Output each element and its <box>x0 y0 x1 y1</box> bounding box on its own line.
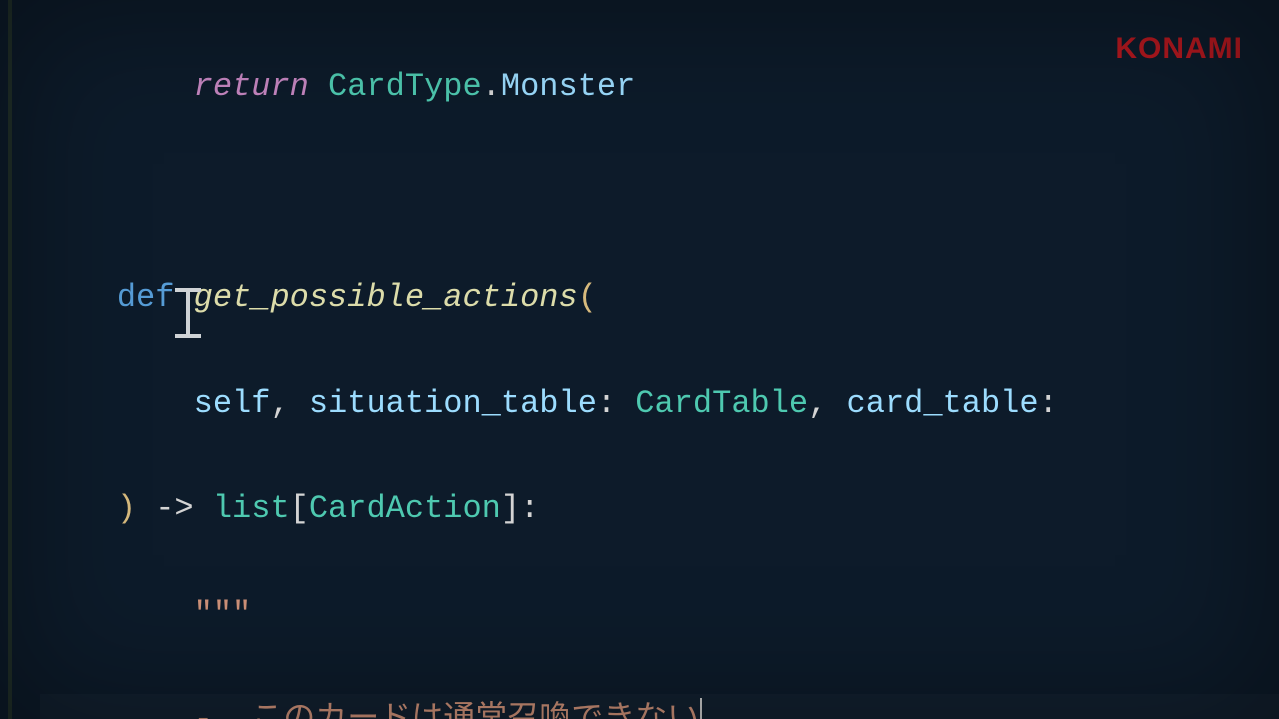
class-ref: CardType <box>328 68 482 105</box>
code-line: def get_possible_actions( <box>40 272 1279 325</box>
code-editor[interactable]: return CardType.Monster def get_possible… <box>0 0 1279 719</box>
param-type: CardTable <box>635 385 808 422</box>
type-arg: CardAction <box>309 490 501 527</box>
keyword-return: return <box>194 68 309 105</box>
paren-open: ( <box>578 279 597 316</box>
konami-logo: KONAMI <box>1115 24 1243 74</box>
keyword-def: def <box>117 279 175 316</box>
paren-close: ) <box>117 490 136 527</box>
code-line: return CardType.Monster <box>40 61 1279 114</box>
code-line: self, situation_table: CardTable, card_t… <box>40 378 1279 431</box>
code-line: ) -> list[CardAction]: <box>40 483 1279 536</box>
arrow: -> <box>155 490 193 527</box>
function-name: get_possible_actions <box>194 279 578 316</box>
docstring-text: - このカードは通常召喚できない <box>194 701 700 719</box>
property: Monster <box>501 68 635 105</box>
code-line: """ <box>40 589 1279 642</box>
param-self: self <box>194 385 271 422</box>
code-line-current: - このカードは通常召喚できない <box>40 694 1279 719</box>
code-line-blank <box>40 166 1279 219</box>
param-name: card_table <box>847 385 1039 422</box>
param-name: situation_table <box>309 385 597 422</box>
builtin-type: list <box>213 490 290 527</box>
docstring-open: """ <box>194 596 252 633</box>
text-cursor <box>700 698 702 719</box>
